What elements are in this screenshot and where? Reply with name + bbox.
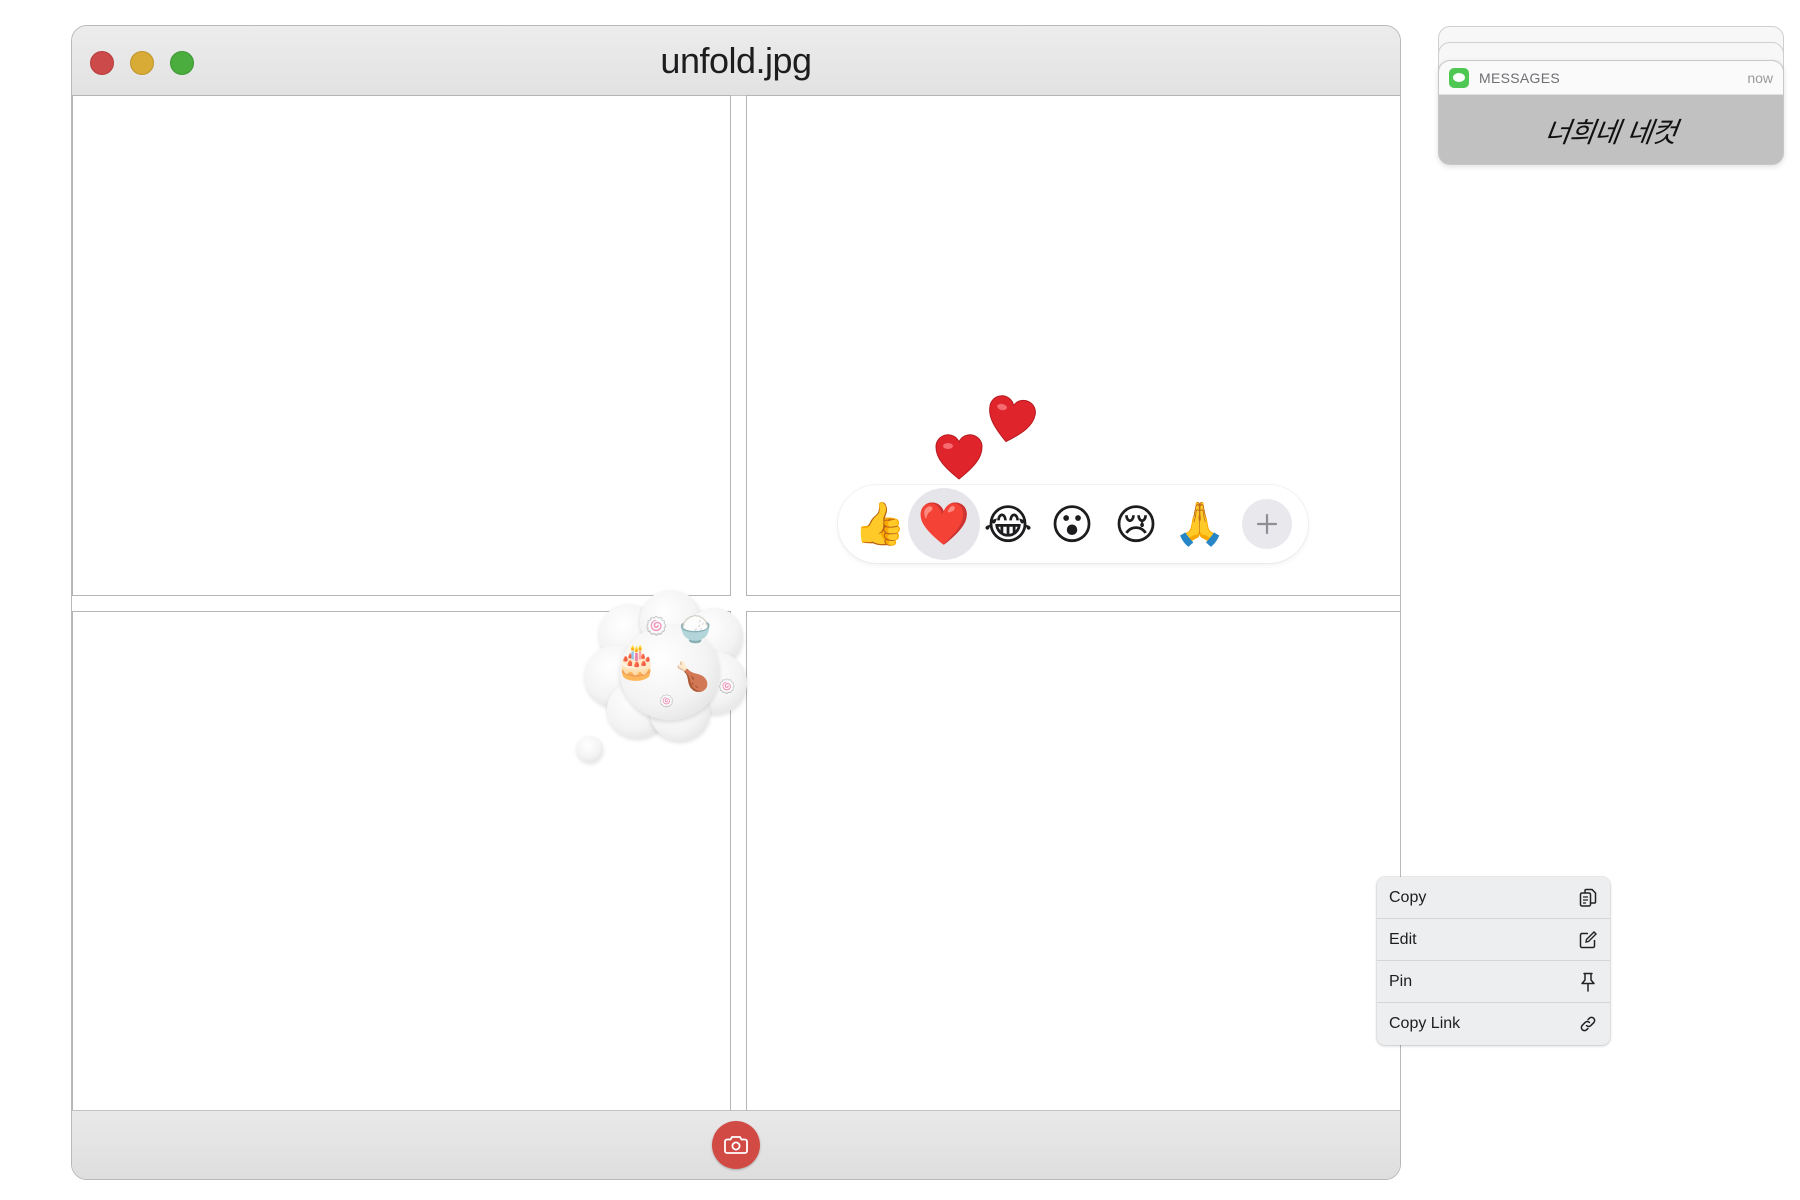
copy-icon [1578, 888, 1598, 908]
notification-body: 너희네 네컷 [1439, 95, 1783, 164]
context-menu-label: Pin [1389, 972, 1413, 990]
notification-time: now [1747, 70, 1773, 86]
capture-photo-button[interactable] [712, 1121, 760, 1169]
context-menu-copy[interactable]: Copy [1377, 877, 1610, 919]
fishcake-icon: 🍥 [718, 678, 736, 694]
context-menu-pin[interactable]: Pin [1377, 961, 1610, 1003]
handwritten-message: 너희네 네컷 [1542, 116, 1679, 149]
notification-app-name: MESSAGES [1479, 69, 1560, 86]
messages-app-icon [1449, 67, 1469, 88]
pin-icon [1578, 972, 1598, 992]
window-title: unfold.jpg [660, 40, 812, 81]
tapback-reaction-bar: 👍 ❤️ 😂 😮 😢 🙏 [838, 485, 1308, 563]
fishcake-icon: 🍥 [659, 694, 674, 708]
cake-icon: 🎂 [615, 643, 658, 681]
fishcake-icon: 🍥 [645, 616, 668, 636]
heart-reaction-button[interactable]: ❤️ [908, 488, 980, 560]
bottom-toolbar [72, 1110, 1400, 1179]
thumbs-up-reaction-button[interactable]: 👍 [850, 494, 910, 554]
camera-icon [724, 1136, 748, 1154]
thought-bubble-sticker: 🎂 🍗 🍚 🍥 🍥 🍥 [577, 590, 765, 770]
praying-hands-reaction-button[interactable]: 🙏 [1170, 494, 1230, 554]
title-bar[interactable]: unfold.jpg [72, 26, 1400, 96]
context-menu: Copy Edit Pin Copy Link [1377, 877, 1610, 1045]
plus-icon [1256, 513, 1278, 535]
photo-frame-top-left[interactable] [72, 95, 731, 596]
rice-bowl-icon: 🍚 [679, 614, 712, 644]
chicken-leg-icon: 🍗 [675, 661, 710, 692]
heart-icon: ❤️ [917, 499, 971, 547]
surprised-face-icon: 😮 [1050, 500, 1094, 548]
context-menu-copy-link[interactable]: Copy Link [1377, 1003, 1610, 1045]
messages-notification[interactable]: MESSAGES now 너희네 네컷 [1438, 60, 1784, 165]
context-menu-label: Edit [1389, 930, 1417, 948]
photo-frame-bottom-right[interactable] [746, 611, 1400, 1114]
edit-icon [1578, 930, 1598, 950]
thumbs-up-icon: 👍 [853, 499, 907, 547]
context-menu-edit[interactable]: Edit [1377, 919, 1610, 961]
context-menu-label: Copy Link [1389, 1015, 1461, 1032]
praying-hands-icon: 🙏 [1173, 499, 1227, 547]
floating-heart-icon [934, 433, 984, 486]
crying-face-icon: 😢 [1114, 500, 1158, 548]
laughing-face-icon: 😂 [983, 500, 1033, 548]
link-icon [1578, 1014, 1598, 1034]
notification-header: MESSAGES now [1439, 61, 1783, 95]
more-reactions-button[interactable] [1242, 499, 1292, 549]
context-menu-label: Copy [1389, 888, 1427, 906]
laugh-reaction-button[interactable]: 😂 [978, 494, 1038, 554]
crying-reaction-button[interactable]: 😢 [1106, 494, 1166, 554]
surprised-reaction-button[interactable]: 😮 [1042, 494, 1102, 554]
